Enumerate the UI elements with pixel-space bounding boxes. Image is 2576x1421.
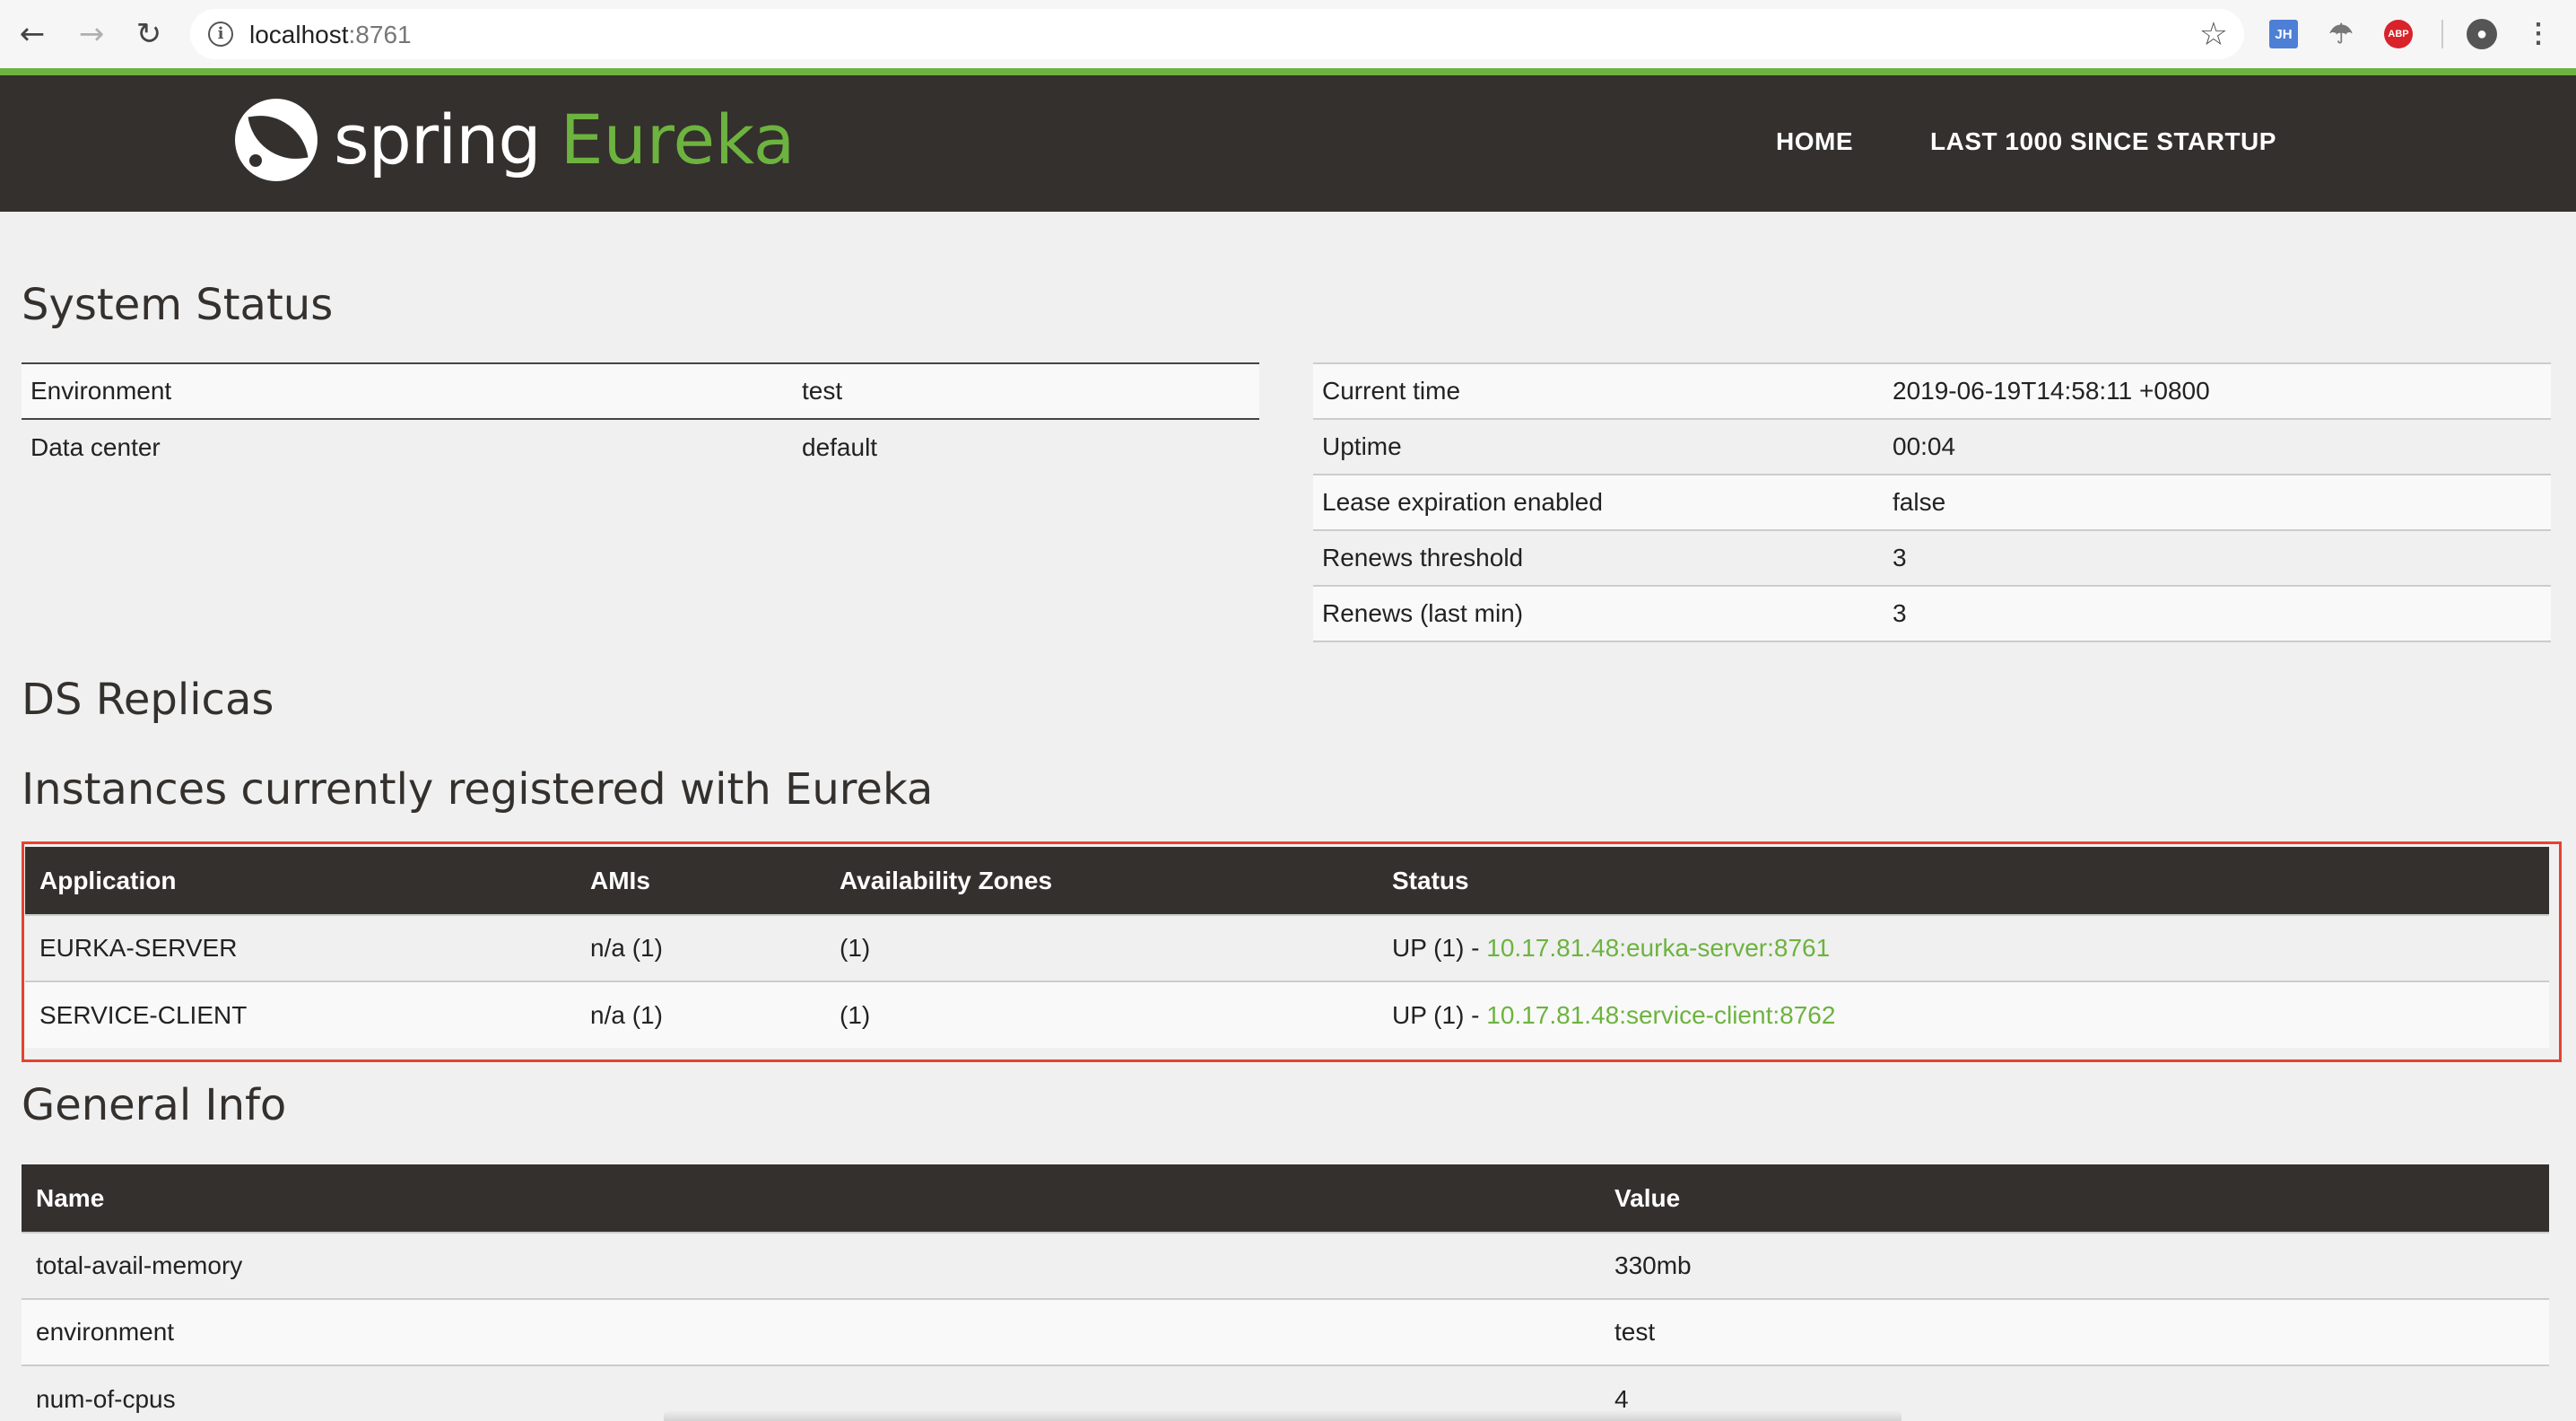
brand-accent-bar xyxy=(0,68,2576,75)
application-cell: EURKA-SERVER xyxy=(25,914,576,981)
status-value: test xyxy=(793,362,1259,419)
table-header-row: Name Value xyxy=(22,1164,2549,1233)
system-status-right-table: Current time 2019-06-19T14:58:11 +0800 U… xyxy=(1313,362,2551,642)
column-header: Status xyxy=(1378,847,2549,915)
kebab-menu-icon[interactable]: ⋮ xyxy=(2524,20,2553,48)
table-row: environment test xyxy=(22,1298,2549,1365)
status-label: Renews threshold xyxy=(1313,529,1884,586)
status-label: Current time xyxy=(1313,362,1884,419)
info-value-cell: test xyxy=(1600,1298,2549,1365)
column-header: AMIs xyxy=(576,847,825,915)
status-text: UP (1) - xyxy=(1392,1000,1487,1029)
table-header-row: Application AMIs Availability Zones Stat… xyxy=(25,847,2549,915)
status-text: UP (1) - xyxy=(1392,934,1487,962)
status-value: 00:04 xyxy=(1884,418,2551,475)
column-header: Name xyxy=(22,1164,1600,1233)
status-label: Renews (last min) xyxy=(1313,585,1884,642)
forward-arrow-icon[interactable]: → xyxy=(72,14,111,54)
table-row: Environment test xyxy=(22,362,1259,419)
url-host: localhost xyxy=(249,21,349,48)
instance-link[interactable]: 10.17.81.48:service-client:8762 xyxy=(1486,1001,1835,1029)
nav-home-link[interactable]: HOME xyxy=(1776,127,1853,156)
status-cell: UP (1) - 10.17.81.48:service-client:8762 xyxy=(1378,981,2549,1048)
status-value: false xyxy=(1884,474,2551,530)
logo-spring-text: spring xyxy=(334,100,542,179)
table-row: EURKA-SERVER n/a (1) (1) UP (1) - 10.17.… xyxy=(25,914,2549,981)
logo-eureka-text: Eureka xyxy=(560,100,796,179)
url-text[interactable]: localhost:8761 xyxy=(249,21,412,49)
instances-table: Application AMIs Availability Zones Stat… xyxy=(25,847,2549,1048)
status-value: 3 xyxy=(1884,585,2551,642)
instance-link[interactable]: 10.17.81.48:eurka-server:8761 xyxy=(1486,934,1830,962)
status-value: 3 xyxy=(1884,529,2551,586)
nav-last-1000-link[interactable]: LAST 1000 SINCE STARTUP xyxy=(1930,127,2276,156)
jh-extension-icon[interactable]: JH xyxy=(2269,20,2298,48)
zones-cell: (1) xyxy=(825,981,1378,1048)
table-row: total-avail-memory 330mb xyxy=(22,1232,2549,1299)
star-icon[interactable]: ☆ xyxy=(2199,16,2228,53)
top-navbar: spring Eureka HOME LAST 1000 SINCE START… xyxy=(0,75,2576,212)
scroll-shadow xyxy=(664,1410,1902,1421)
parachute-extension-icon[interactable]: ☂ xyxy=(2327,20,2355,49)
info-name-cell: environment xyxy=(22,1298,1600,1365)
status-value: default xyxy=(793,418,1259,475)
status-label: Lease expiration enabled xyxy=(1313,474,1884,530)
column-header: Availability Zones xyxy=(825,847,1378,915)
reload-icon[interactable]: ↻ xyxy=(129,14,169,54)
url-port: :8761 xyxy=(348,21,412,48)
table-row: Lease expiration enabled false xyxy=(1313,474,2551,530)
address-bar[interactable]: i localhost:8761 ☆ xyxy=(190,9,2244,59)
table-row: Uptime 00:04 xyxy=(1313,418,2551,475)
instances-heading: Instances currently registered with Eure… xyxy=(22,764,934,815)
spring-eureka-logo[interactable]: spring Eureka xyxy=(235,95,795,185)
info-name-cell: total-avail-memory xyxy=(22,1232,1600,1299)
status-cell: UP (1) - 10.17.81.48:eurka-server:8761 xyxy=(1378,914,2549,981)
back-arrow-icon[interactable]: ← xyxy=(13,14,52,54)
status-value: 2019-06-19T14:58:11 +0800 xyxy=(1884,362,2551,419)
status-label: Uptime xyxy=(1313,418,1884,475)
table-row: Renews threshold 3 xyxy=(1313,529,2551,586)
table-row: Current time 2019-06-19T14:58:11 +0800 xyxy=(1313,362,2551,419)
browser-toolbar: ← → ↻ i localhost:8761 ☆ JH ☂ ABP ● ⋮ xyxy=(0,0,2576,68)
general-info-table: Name Value total-avail-memory 330mb envi… xyxy=(22,1164,2549,1421)
amis-cell: n/a (1) xyxy=(576,981,825,1048)
ds-replicas-heading: DS Replicas xyxy=(22,675,274,725)
table-row: Renews (last min) 3 xyxy=(1313,585,2551,642)
application-cell: SERVICE-CLIENT xyxy=(25,981,576,1048)
adblock-extension-icon[interactable]: ABP xyxy=(2384,20,2413,48)
account-icon[interactable]: ● xyxy=(2467,19,2497,49)
table-row: Data center default xyxy=(22,418,1259,475)
column-header: Application xyxy=(25,847,576,915)
info-icon[interactable]: i xyxy=(208,22,233,47)
amis-cell: n/a (1) xyxy=(576,914,825,981)
general-info-heading: General Info xyxy=(22,1080,287,1130)
table-row: SERVICE-CLIENT n/a (1) (1) UP (1) - 10.1… xyxy=(25,981,2549,1048)
toolbar-divider xyxy=(2441,20,2443,48)
system-status-left-table: Environment test Data center default xyxy=(22,362,1259,475)
system-status-heading: System Status xyxy=(22,280,334,330)
zones-cell: (1) xyxy=(825,914,1378,981)
status-label: Data center xyxy=(22,418,793,475)
status-label: Environment xyxy=(22,362,793,419)
spring-leaf-icon xyxy=(235,99,318,181)
column-header: Value xyxy=(1600,1164,2549,1233)
info-value-cell: 330mb xyxy=(1600,1232,2549,1299)
